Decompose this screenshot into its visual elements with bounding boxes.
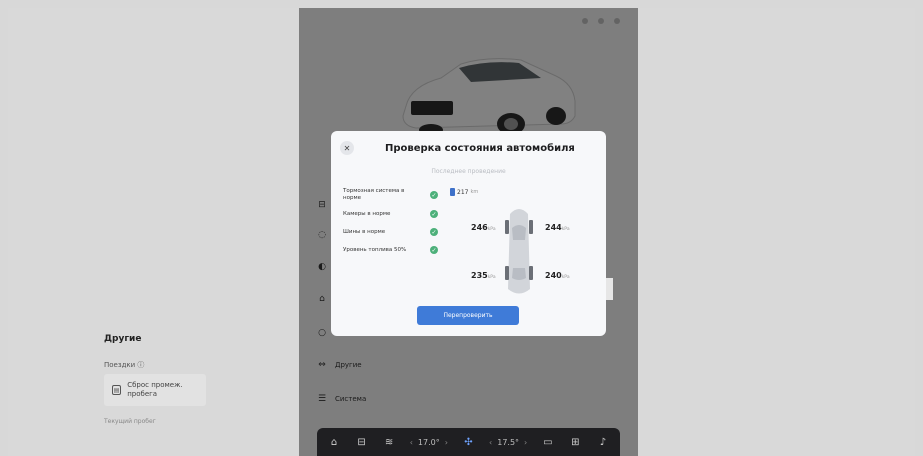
chevron-right-icon[interactable]: › <box>445 438 448 447</box>
apps-icon[interactable]: ⊞ <box>568 435 582 449</box>
tire-unit: kPa <box>561 227 570 232</box>
bottom-dock: ⌂ ⊟ ≋ ‹ 17.0° › ✣ ‹ 17.5° › ▭ ⊞ ♪ <box>317 428 620 456</box>
dialog-subtitle: Последнее проведение <box>431 168 506 175</box>
heat-icon[interactable]: ≋ <box>382 435 396 449</box>
tire-front-left: 246kPa <box>471 223 496 232</box>
fuel-range: 217 km <box>450 188 478 196</box>
tire-value: 240 <box>545 271 562 280</box>
dialog-title: Проверка состояния автомобиля <box>385 143 575 154</box>
check-label: Тормозная система в норме <box>343 188 405 201</box>
right-card-edge <box>605 278 613 300</box>
range-value: 217 <box>457 188 469 196</box>
temp-left-control[interactable]: ‹ 17.0° › <box>410 438 448 447</box>
car-icon[interactable]: ⊟ <box>355 435 369 449</box>
music-icon[interactable]: ♪ <box>596 435 610 449</box>
chevron-left-icon[interactable]: ‹ <box>489 438 492 447</box>
check-label: Уровень топлива 50% <box>343 246 407 253</box>
check-row-tires: Шины в норме ✓ <box>343 228 438 236</box>
car-top-view-icon <box>505 209 533 294</box>
tire-rear-right: 240kPa <box>545 271 570 280</box>
current-mileage-label: Текущий пробег <box>104 418 156 425</box>
tire-value: 246 <box>471 223 488 232</box>
temp-right-control[interactable]: ‹ 17.5° › <box>489 438 527 447</box>
temp-left-value: 17.0° <box>417 437 440 447</box>
tire-front-right: 244kPa <box>545 223 570 232</box>
chevron-left-icon[interactable]: ‹ <box>410 438 413 447</box>
check-label: Камеры в норме <box>343 210 391 217</box>
check-ok-icon: ✓ <box>430 191 438 199</box>
check-row-cameras: Камеры в норме ✓ <box>343 210 438 218</box>
tire-unit: kPa <box>487 275 496 280</box>
tire-rear-left: 235kPa <box>471 271 496 280</box>
tire-unit: kPa <box>487 227 496 232</box>
check-ok-icon: ✓ <box>430 228 438 236</box>
tire-unit: kPa <box>561 275 570 280</box>
home-icon[interactable]: ⌂ <box>327 435 341 449</box>
close-icon[interactable]: ✕ <box>340 141 354 155</box>
check-label: Шины в норме <box>343 228 386 235</box>
reset-trip-button[interactable]: ▤ Сброс промеж. пробега <box>104 374 206 406</box>
trips-label: Поездки ⓘ <box>104 361 145 369</box>
fan-icon[interactable]: ✣ <box>461 435 475 449</box>
temp-right-value: 17.5° <box>497 437 520 447</box>
check-row-brakes: Тормозная система в норме ✓ <box>343 188 438 202</box>
reset-trip-label: Сброс промеж. пробега <box>127 381 183 398</box>
check-ok-icon: ✓ <box>430 210 438 218</box>
check-row-fuel: Уровень топлива 50% ✓ <box>343 246 438 254</box>
chevron-right-icon[interactable]: › <box>524 438 527 447</box>
fuel-icon <box>450 188 455 196</box>
check-ok-icon: ✓ <box>430 246 438 254</box>
range-unit: km <box>470 189 479 195</box>
tire-value: 244 <box>545 223 562 232</box>
defrost-icon[interactable]: ▭ <box>541 435 555 449</box>
tire-value: 235 <box>471 271 488 280</box>
reset-icon: ▤ <box>112 385 122 395</box>
section-title: Другие <box>104 334 142 344</box>
vehicle-check-dialog: ✕ Проверка состояния автомобиля Последне… <box>331 131 606 336</box>
recheck-button[interactable]: Перепроверить <box>417 306 519 325</box>
